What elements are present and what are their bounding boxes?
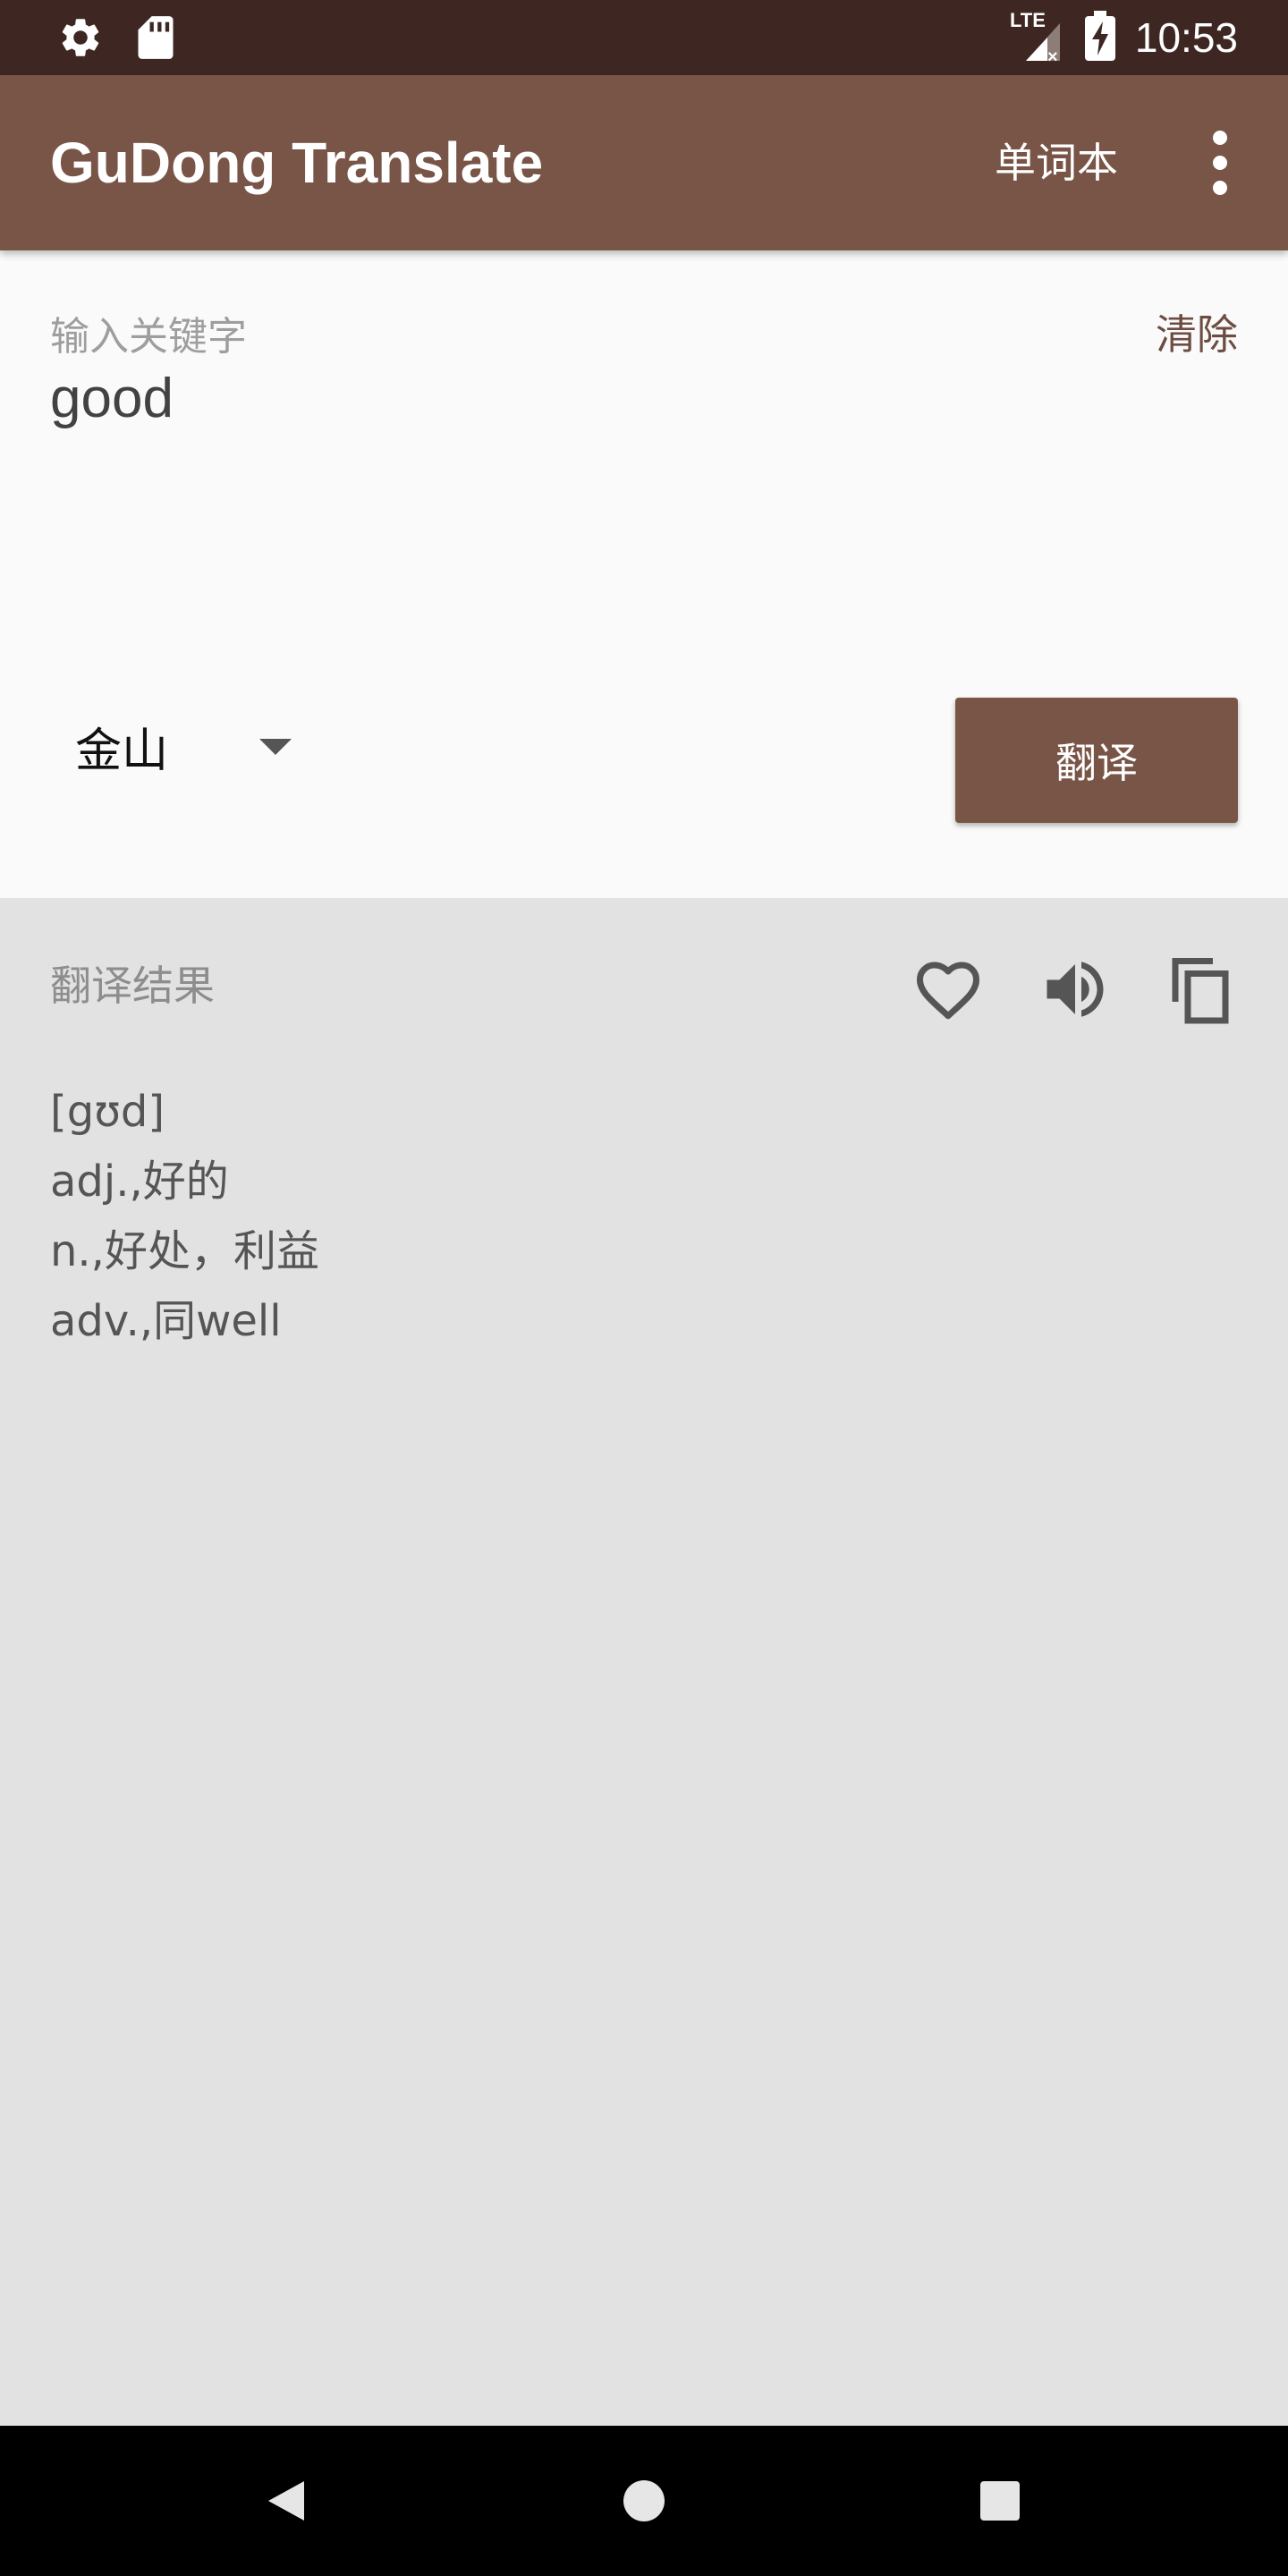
status-right-icons: LTE × 10:53: [1008, 7, 1238, 68]
volume-icon[interactable]: [1038, 946, 1113, 1032]
home-icon: [623, 2480, 665, 2521]
status-bar: LTE × 10:53: [0, 0, 1288, 75]
battery-charging-icon: [1084, 11, 1115, 64]
sd-card-icon: [136, 14, 175, 64]
result-title: 翻译结果: [50, 962, 215, 1010]
result-line-adj: adj.,好的: [50, 1157, 229, 1207]
result-line-phonetic: [gʊd]: [50, 1087, 165, 1137]
input-section: 输入关键字 清除 金山 翻译: [0, 250, 1288, 898]
result-lines: [gʊd] adj.,好的 n.,好处，利益 adv.,同well: [50, 1077, 1213, 1356]
lte-signal-icon: LTE ×: [1008, 7, 1065, 68]
status-left-icons: [57, 14, 175, 64]
settings-icon: [57, 14, 104, 64]
nav-back-button[interactable]: [243, 2458, 329, 2544]
copy-icon[interactable]: [1163, 946, 1238, 1032]
favorite-icon[interactable]: [911, 946, 986, 1032]
result-line-noun: n.,好处，利益: [50, 1226, 319, 1276]
vocabulary-button[interactable]: 单词本: [995, 75, 1118, 250]
clear-button[interactable]: 清除: [1156, 302, 1238, 361]
result-section: 翻译结果 [gʊd] adj.,好的 n.,好处，利益 adv.,同well: [0, 898, 1288, 2426]
status-time: 10:53: [1134, 14, 1238, 61]
svg-text:×: ×: [1047, 47, 1058, 64]
app-bar: GuDong Translate 单词本: [0, 75, 1288, 250]
nav-home-button[interactable]: [601, 2458, 687, 2544]
navigation-bar: [0, 2426, 1288, 2576]
app-title: GuDong Translate: [50, 131, 544, 195]
lte-label: LTE: [1010, 9, 1046, 31]
recents-icon: [980, 2481, 1020, 2521]
translate-button[interactable]: 翻译: [955, 698, 1238, 823]
more-vert-icon[interactable]: [1195, 123, 1245, 202]
engine-selected-label: 金山: [75, 724, 169, 778]
input-hint: 输入关键字: [50, 314, 247, 360]
keyword-input[interactable]: [50, 358, 1177, 438]
engine-dropdown[interactable]: 金山: [75, 712, 304, 780]
dropdown-arrow-icon: [259, 739, 292, 755]
nav-recents-button[interactable]: [957, 2458, 1043, 2544]
result-line-adv: adv.,同well: [50, 1296, 282, 1346]
back-icon: [268, 2481, 304, 2521]
